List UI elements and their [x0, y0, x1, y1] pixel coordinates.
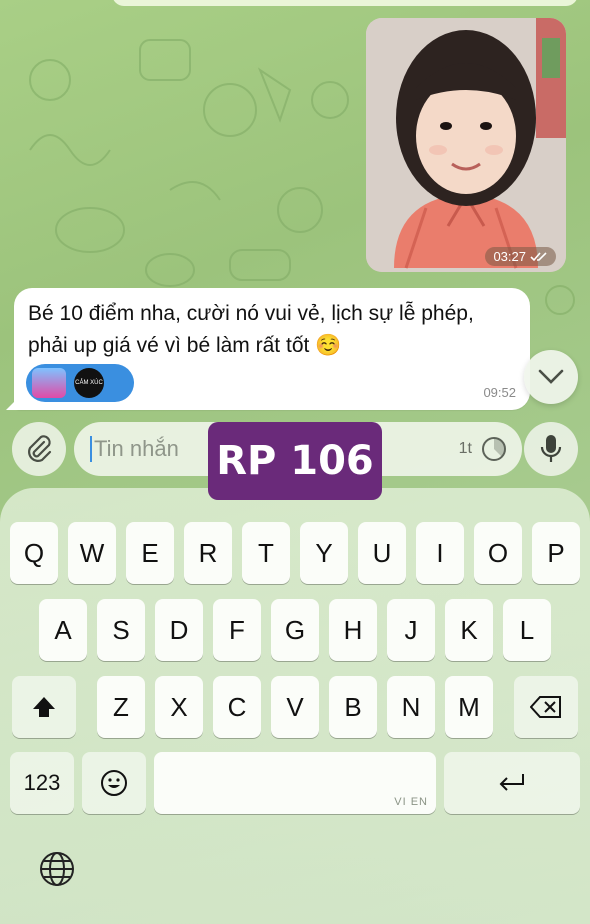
key-v[interactable]: V [271, 676, 319, 738]
backspace-key[interactable] [514, 676, 578, 738]
key-m[interactable]: M [445, 676, 493, 738]
key-n[interactable]: N [387, 676, 435, 738]
key-k[interactable]: K [445, 599, 493, 661]
paperclip-icon [28, 435, 52, 462]
emoji-icon [101, 770, 127, 796]
message-text: Bé 10 điểm nha, cười nó vui vẻ, lịch sự … [28, 298, 516, 362]
photo-time-text: 03:27 [493, 249, 526, 264]
key-j[interactable]: J [387, 599, 435, 661]
child-photo-image [366, 18, 566, 272]
key-y[interactable]: Y [300, 522, 348, 584]
shift-key[interactable] [12, 676, 76, 738]
message-line-1: Bé 10 điểm nha, cười nó vui vẻ, lịch sự … [28, 302, 474, 325]
key-l[interactable]: L [503, 599, 551, 661]
backspace-icon [530, 696, 561, 718]
key-u[interactable]: U [358, 522, 406, 584]
text-message-bubble[interactable]: Bé 10 điểm nha, cười nó vui vẻ, lịch sự … [6, 288, 530, 410]
key-s[interactable]: S [97, 599, 145, 661]
rp-badge-text: RP 106 [216, 438, 374, 484]
globe-icon [40, 852, 74, 886]
emoji-key[interactable] [82, 752, 146, 814]
on-screen-keyboard: QWERTYUIOP ASDFGHJKL ZXCVBNM 123 VI EN [0, 488, 590, 924]
photo-message[interactable]: 03:27 [366, 18, 566, 272]
reaction-emotion-badge: CẢM XÚC [74, 368, 104, 398]
photo-timestamp: 03:27 [485, 247, 556, 266]
key-x[interactable]: X [155, 676, 203, 738]
key-f[interactable]: F [213, 599, 261, 661]
message-line-2: phải up giá vé vì bé làm rất tốt ☺️ [28, 334, 342, 357]
attach-button[interactable] [12, 422, 66, 476]
key-g[interactable]: G [271, 599, 319, 661]
scroll-down-button[interactable] [524, 350, 578, 404]
key-e[interactable]: E [126, 522, 174, 584]
rp-overlay-badge: RP 106 [208, 422, 382, 500]
key-o[interactable]: O [474, 522, 522, 584]
key-d[interactable]: D [155, 599, 203, 661]
return-icon [499, 774, 524, 791]
key-b[interactable]: B [329, 676, 377, 738]
microphone-icon [540, 435, 562, 462]
numbers-key[interactable]: 123 [10, 752, 74, 814]
space-language-label: VI EN [394, 796, 428, 808]
previous-message-edge [112, 0, 578, 6]
key-h[interactable]: H [329, 599, 377, 661]
timer-icon[interactable] [480, 435, 508, 463]
key-w[interactable]: W [68, 522, 116, 584]
key-i[interactable]: I [416, 522, 464, 584]
key-z[interactable]: Z [97, 676, 145, 738]
key-c[interactable]: C [213, 676, 261, 738]
key-r[interactable]: R [184, 522, 232, 584]
reaction-chip[interactable]: CẢM XÚC [26, 364, 134, 402]
shift-arrow-icon [33, 697, 55, 717]
double-check-icon [530, 251, 547, 261]
microphone-button[interactable] [524, 422, 578, 476]
key-a[interactable]: A [39, 599, 87, 661]
space-key[interactable]: VI EN [154, 752, 436, 814]
message-timestamp: 09:52 [483, 385, 516, 400]
reaction-sticker-icon [32, 368, 66, 398]
reaction-label: CẢM XÚC [75, 379, 103, 386]
key-q[interactable]: Q [10, 522, 58, 584]
text-caret [90, 436, 92, 462]
key-t[interactable]: T [242, 522, 290, 584]
numbers-key-label: 123 [23, 770, 61, 795]
timer-label: 1t [458, 440, 472, 457]
message-input-placeholder: Tin nhắn [94, 436, 179, 461]
return-key[interactable] [444, 752, 580, 814]
globe-button[interactable] [38, 850, 78, 890]
key-p[interactable]: P [532, 522, 580, 584]
chevron-down-icon [538, 369, 564, 384]
